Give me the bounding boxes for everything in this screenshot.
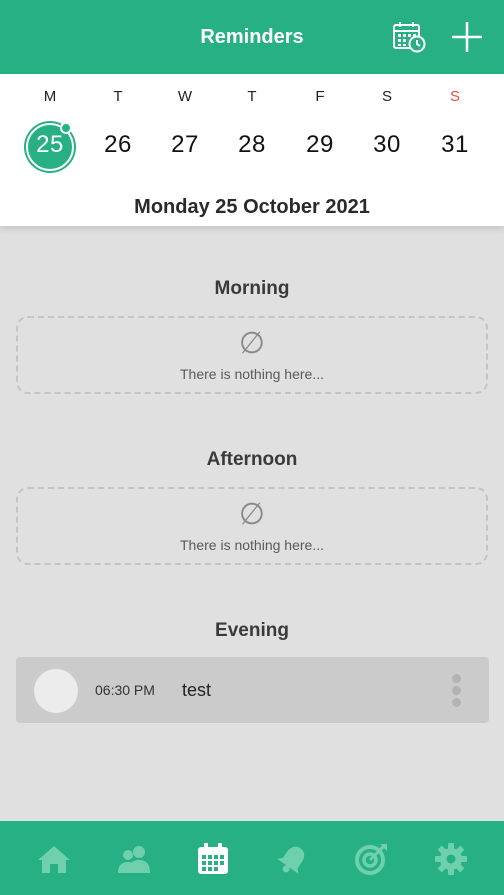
home-icon xyxy=(38,846,70,873)
day-wednesday[interactable]: W 27 xyxy=(155,74,215,184)
day-sunday[interactable]: S 31 xyxy=(425,74,485,184)
bell-icon xyxy=(277,846,305,874)
empty-state-morning: ∅ There is nothing here... xyxy=(16,316,488,394)
day-number: 30 xyxy=(373,131,401,158)
empty-state-text: There is nothing here... xyxy=(180,366,324,382)
day-tuesday[interactable]: T 26 xyxy=(88,74,148,184)
day-number: 26 xyxy=(104,131,132,158)
day-number: 27 xyxy=(171,131,199,158)
day-number: 25 xyxy=(36,131,64,158)
gear-icon xyxy=(435,843,467,875)
day-letter: S xyxy=(381,88,392,105)
tab-goals[interactable] xyxy=(352,839,392,879)
empty-set-icon: ∅ xyxy=(238,497,266,532)
day-friday[interactable]: F 29 xyxy=(290,74,350,184)
tab-contacts[interactable] xyxy=(114,839,154,879)
section-title-evening: Evening xyxy=(215,620,289,641)
calendar-view-button[interactable] xyxy=(390,18,428,56)
selected-date-label: Monday 25 October 2021 xyxy=(134,196,370,218)
reminder-name: test xyxy=(182,680,212,700)
reminder-item[interactable]: 06:30 PM test xyxy=(16,657,489,723)
calendar-clock-icon xyxy=(393,22,426,53)
day-monday[interactable]: M 25 xyxy=(20,74,80,184)
day-thursday[interactable]: T 28 xyxy=(222,74,282,184)
more-options-icon[interactable] xyxy=(448,671,466,711)
tab-notifications[interactable] xyxy=(273,839,313,879)
reminder-time: 06:30 PM xyxy=(95,682,155,698)
add-reminder-button[interactable] xyxy=(448,18,486,56)
page-title: Reminders xyxy=(200,26,304,48)
day-letter: S xyxy=(449,88,460,105)
day-letter: T xyxy=(247,88,257,105)
empty-state-afternoon: ∅ There is nothing here... xyxy=(16,487,488,565)
plus-icon xyxy=(452,22,482,52)
target-icon xyxy=(355,844,387,875)
empty-state-text: There is nothing here... xyxy=(180,537,324,553)
tab-calendar[interactable] xyxy=(193,839,233,879)
calendar-icon xyxy=(198,843,228,874)
bottom-tab-bar xyxy=(0,821,504,895)
day-letter: T xyxy=(113,88,123,105)
section-title-morning: Morning xyxy=(214,278,290,299)
day-letter: W xyxy=(177,88,193,105)
empty-set-icon: ∅ xyxy=(238,326,266,361)
day-number: 29 xyxy=(306,131,334,158)
tab-home[interactable] xyxy=(34,839,74,879)
people-icon xyxy=(118,846,150,873)
day-letter: F xyxy=(315,88,325,105)
section-title-afternoon: Afternoon xyxy=(206,449,298,470)
day-saturday[interactable]: S 30 xyxy=(357,74,417,184)
day-number: 31 xyxy=(441,131,469,158)
day-letter: M xyxy=(43,88,57,105)
day-number: 28 xyxy=(238,131,266,158)
header-bar: Reminders xyxy=(0,0,504,74)
week-strip: M 25 T 26 W 27 T 28 F 29 S 30 S 31 Monda… xyxy=(0,74,504,226)
avatar xyxy=(34,669,78,713)
tab-settings[interactable] xyxy=(431,839,471,879)
